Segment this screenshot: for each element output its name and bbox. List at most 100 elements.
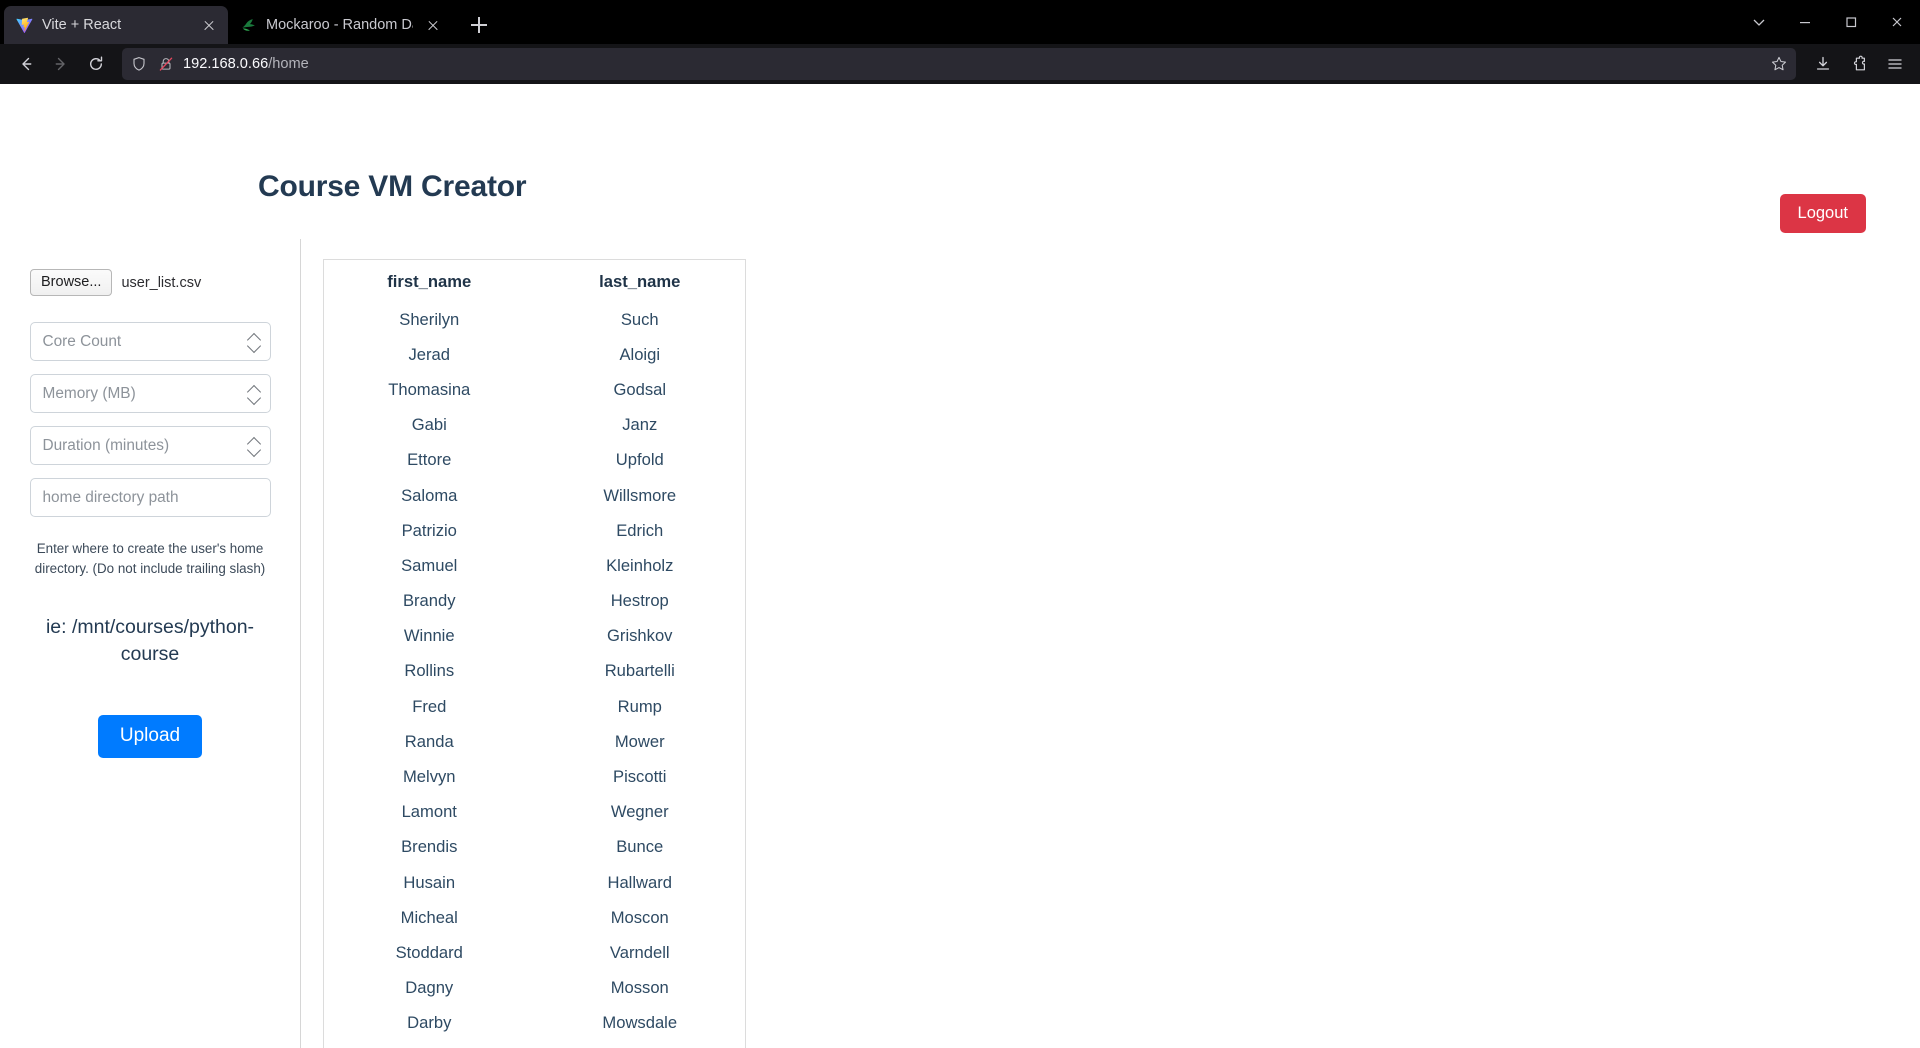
cell-first-name: Stoddard (395, 942, 463, 962)
cell-first-name: Winnie (403, 626, 455, 646)
upload-form-panel: Browse... user_list.csv Core Count Memor… (0, 239, 300, 758)
table-row: Patrizio Edrich (324, 513, 746, 548)
cell-last-name: Godsal (613, 379, 667, 399)
downloads-icon[interactable] (1806, 48, 1839, 81)
browser-tab-vite-react[interactable]: Vite + React (4, 6, 228, 44)
core-count-placeholder: Core Count (42, 332, 122, 350)
memory-mb-input[interactable]: Memory (MB) (29, 374, 271, 414)
url-text: 192.168.0.66/home (183, 56, 1762, 72)
cell-first-name: Ettore (407, 450, 452, 470)
duration-minutes-placeholder: Duration (minutes) (42, 436, 170, 454)
cell-first-name: Darby (407, 1013, 452, 1033)
home-directory-path-placeholder: home directory path (42, 488, 179, 506)
cell-last-name: Hallward (607, 872, 673, 892)
table-row: Ettore Upfold (324, 443, 746, 478)
cell-first-name: Brandy (402, 591, 456, 611)
table-row: Lamont Wegner (324, 795, 746, 830)
cell-last-name: Varndell (609, 942, 670, 962)
cell-first-name: Dagny (405, 978, 454, 998)
core-count-input[interactable]: Core Count (29, 322, 271, 362)
close-icon[interactable] (1874, 0, 1920, 44)
close-icon[interactable] (422, 14, 444, 36)
cell-first-name: Jerad (408, 344, 450, 364)
number-stepper-icon[interactable] (244, 381, 264, 407)
column-header-first-name: first_name (387, 272, 472, 291)
tab-title: Mockaroo - Random Data (266, 17, 413, 33)
blocked-permission-icon[interactable] (156, 54, 176, 74)
cell-last-name: Janz (622, 415, 658, 435)
cell-last-name: Piscotti (613, 767, 667, 787)
vite-icon (16, 17, 33, 34)
user-table: first_name last_name Sherilyn Such Jerad Alo… (323, 259, 746, 1048)
table-row: Sherilyn Such (324, 302, 746, 337)
cell-first-name: Rollins (404, 661, 455, 681)
extensions-icon[interactable] (1842, 48, 1875, 81)
duration-minutes-input[interactable]: Duration (minutes) (29, 426, 271, 466)
upload-button[interactable]: Upload (97, 714, 203, 758)
browser-tab-mockaroo[interactable]: Mockaroo - Random Data (228, 6, 452, 44)
cell-first-name: Randa (404, 731, 454, 751)
table-row: Brandy Hestrop (324, 584, 746, 619)
cell-last-name: de Merida (535, 1041, 746, 1048)
home-directory-path-input[interactable]: home directory path (29, 478, 271, 518)
help-text: Enter where to create the user's home di… (34, 541, 266, 576)
selected-file-name: user_list.csv (121, 274, 202, 291)
cell-first-name: Fred (412, 696, 447, 716)
table-row: Thomasina Godsal (324, 372, 746, 407)
list-all-tabs-icon[interactable] (1736, 0, 1782, 44)
url-bar[interactable]: 192.168.0.66/home (122, 48, 1796, 80)
minimize-icon[interactable] (1782, 0, 1828, 44)
cell-first-name: Lamont (401, 802, 457, 822)
cell-last-name: Bunce (616, 837, 664, 857)
file-picker-row: Browse... user_list.csv (30, 269, 270, 297)
example-path-text: ie: /mnt/courses/python-course (45, 616, 255, 665)
reload-icon[interactable] (79, 48, 112, 81)
page-viewport: Course VM Creator Logout Browse... user_… (0, 84, 1920, 1048)
new-tab-button[interactable] (462, 8, 496, 42)
back-arrow-icon[interactable] (9, 48, 42, 81)
table-row: Dagny Mosson (324, 971, 746, 1006)
cell-last-name: Rubartelli (604, 661, 675, 681)
table-row: Saloma Willsmore (324, 478, 746, 513)
mockaroo-icon (240, 17, 257, 34)
star-icon[interactable] (1769, 54, 1789, 74)
cell-first-name: Melvyn (402, 767, 456, 787)
forward-arrow-icon[interactable] (44, 48, 77, 81)
maximize-icon[interactable] (1828, 0, 1874, 44)
user-table-area: first_name last_name Sherilyn Such Jerad Alo… (301, 239, 1920, 1048)
cell-last-name: Edrich (616, 520, 664, 540)
cell-last-name: Willsmore (603, 485, 677, 505)
app-menu-icon[interactable] (1878, 48, 1911, 81)
cell-last-name: Rump (617, 696, 662, 716)
cell-last-name: Mowsdale (602, 1013, 678, 1033)
logout-button[interactable]: Logout (1779, 194, 1866, 233)
number-stepper-icon[interactable] (244, 433, 264, 459)
table-row: Husain Hallward (324, 865, 746, 900)
cell-first-name: Husain (403, 872, 456, 892)
table-body: Sherilyn Such Jerad Aloigi Thomasina Godsal Ga… (324, 302, 746, 1048)
cell-last-name: Grishkov (607, 626, 673, 646)
toolbar-right (1806, 48, 1911, 81)
url-path: /home (268, 56, 309, 72)
shield-icon[interactable] (129, 54, 149, 74)
memory-mb-placeholder: Memory (MB) (42, 384, 136, 402)
browse-button[interactable]: Browse... (30, 269, 113, 297)
tab-strip: Vite + React Mockaroo - Random Data (0, 0, 1920, 44)
table-row: Rollins Rubartelli (324, 654, 746, 689)
table-row: Micheal Moscon (324, 900, 746, 935)
url-host: 192.168.0.66 (183, 56, 269, 72)
close-icon[interactable] (198, 14, 220, 36)
cell-last-name: Upfold (615, 450, 664, 470)
table-head: first_name last_name (324, 260, 746, 303)
cell-first-name: Samuel (401, 555, 458, 575)
table-row: Brendis Bunce (324, 830, 746, 865)
cell-last-name: Mower (614, 731, 665, 751)
number-stepper-icon[interactable] (244, 329, 264, 355)
browser-chrome: Vite + React Mockaroo - Random Data (0, 0, 1920, 84)
table-row: Melvyn Piscotti (324, 759, 746, 794)
cell-first-name: Sherilyn (399, 309, 460, 329)
tab-title: Vite + React (42, 17, 122, 33)
table-row: Stoddard Varndell (324, 935, 746, 970)
navigation-toolbar: 192.168.0.66/home (0, 44, 1920, 84)
main-content: Browse... user_list.csv Core Count Memor… (0, 239, 1920, 1048)
